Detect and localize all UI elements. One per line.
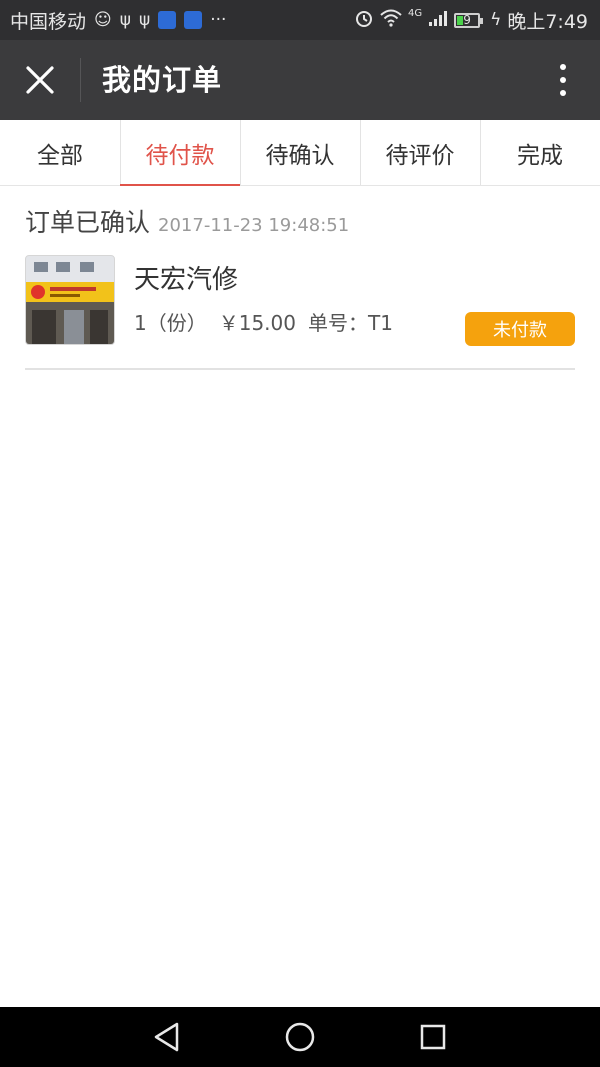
back-button[interactable]	[147, 1017, 187, 1057]
order-details: 1（份） ￥15.00 单号：T1	[134, 307, 393, 336]
status-bar-left: 中国移动 ☺ ψ ψ ···	[10, 0, 226, 40]
charging-icon: ϟ	[490, 10, 502, 30]
shop-thumbnail[interactable]	[25, 255, 115, 345]
back-icon	[154, 1022, 179, 1052]
app-notification-icon	[184, 11, 203, 29]
tab-pending-review[interactable]: 待评价	[360, 120, 480, 185]
battery-level: 9	[463, 13, 471, 27]
order-divider	[25, 368, 575, 370]
shop-name[interactable]: 天宏汽修	[134, 259, 238, 296]
battery-icon: 9	[454, 12, 484, 28]
order-number: 单号：T1	[308, 311, 393, 335]
close-icon	[26, 66, 54, 94]
more-dots-icon: ···	[210, 10, 227, 30]
close-button[interactable]	[20, 60, 60, 100]
shop-photo	[26, 256, 114, 344]
recents-button[interactable]	[413, 1017, 453, 1057]
mood-icon: ☺	[94, 10, 112, 30]
order-status: 订单已确认	[25, 208, 151, 237]
more-menu-button[interactable]	[550, 62, 576, 98]
status-time: 晚上7:49	[507, 10, 588, 33]
wifi-icon	[380, 9, 402, 32]
home-button[interactable]	[280, 1017, 320, 1057]
usb-icon: ψ	[119, 10, 131, 30]
usb-icon: ψ	[138, 10, 151, 30]
tab-completed[interactable]: 完成	[480, 120, 600, 185]
unpaid-button[interactable]: 未付款	[465, 312, 575, 346]
app-notification-icon	[158, 11, 177, 29]
tab-all[interactable]: 全部	[0, 120, 120, 185]
order-time: 2017-11-23 19:48:51	[158, 215, 350, 236]
more-vertical-icon	[560, 64, 566, 96]
order-header: 订单已确认 2017-11-23 19:48:51	[25, 203, 349, 239]
tab-pending-payment[interactable]: 待付款	[120, 120, 240, 186]
alarm-icon	[354, 8, 374, 33]
order-price: ￥15.00	[218, 311, 296, 335]
network-type: 4G	[407, 8, 423, 19]
recents-icon	[420, 1024, 446, 1050]
home-icon	[285, 1022, 315, 1052]
carrier-label: 中国移动	[10, 10, 87, 33]
title-divider	[80, 58, 81, 102]
page-title: 我的订单	[102, 63, 223, 97]
status-bar-right: 4G 9 ϟ 晚上7:49	[354, 0, 588, 40]
tab-pending-confirmation[interactable]: 待确认	[240, 120, 360, 185]
signal-icon	[428, 9, 448, 32]
system-nav-bar	[0, 1007, 600, 1067]
status-bar: 中国移动 ☺ ψ ψ ··· 4G 9 ϟ 晚上7:49	[0, 0, 600, 40]
order-tabs: 全部 待付款 待确认 待评价 完成	[0, 120, 600, 186]
title-bar: 我的订单	[0, 40, 600, 120]
order-quantity: 1（份）	[134, 311, 207, 335]
